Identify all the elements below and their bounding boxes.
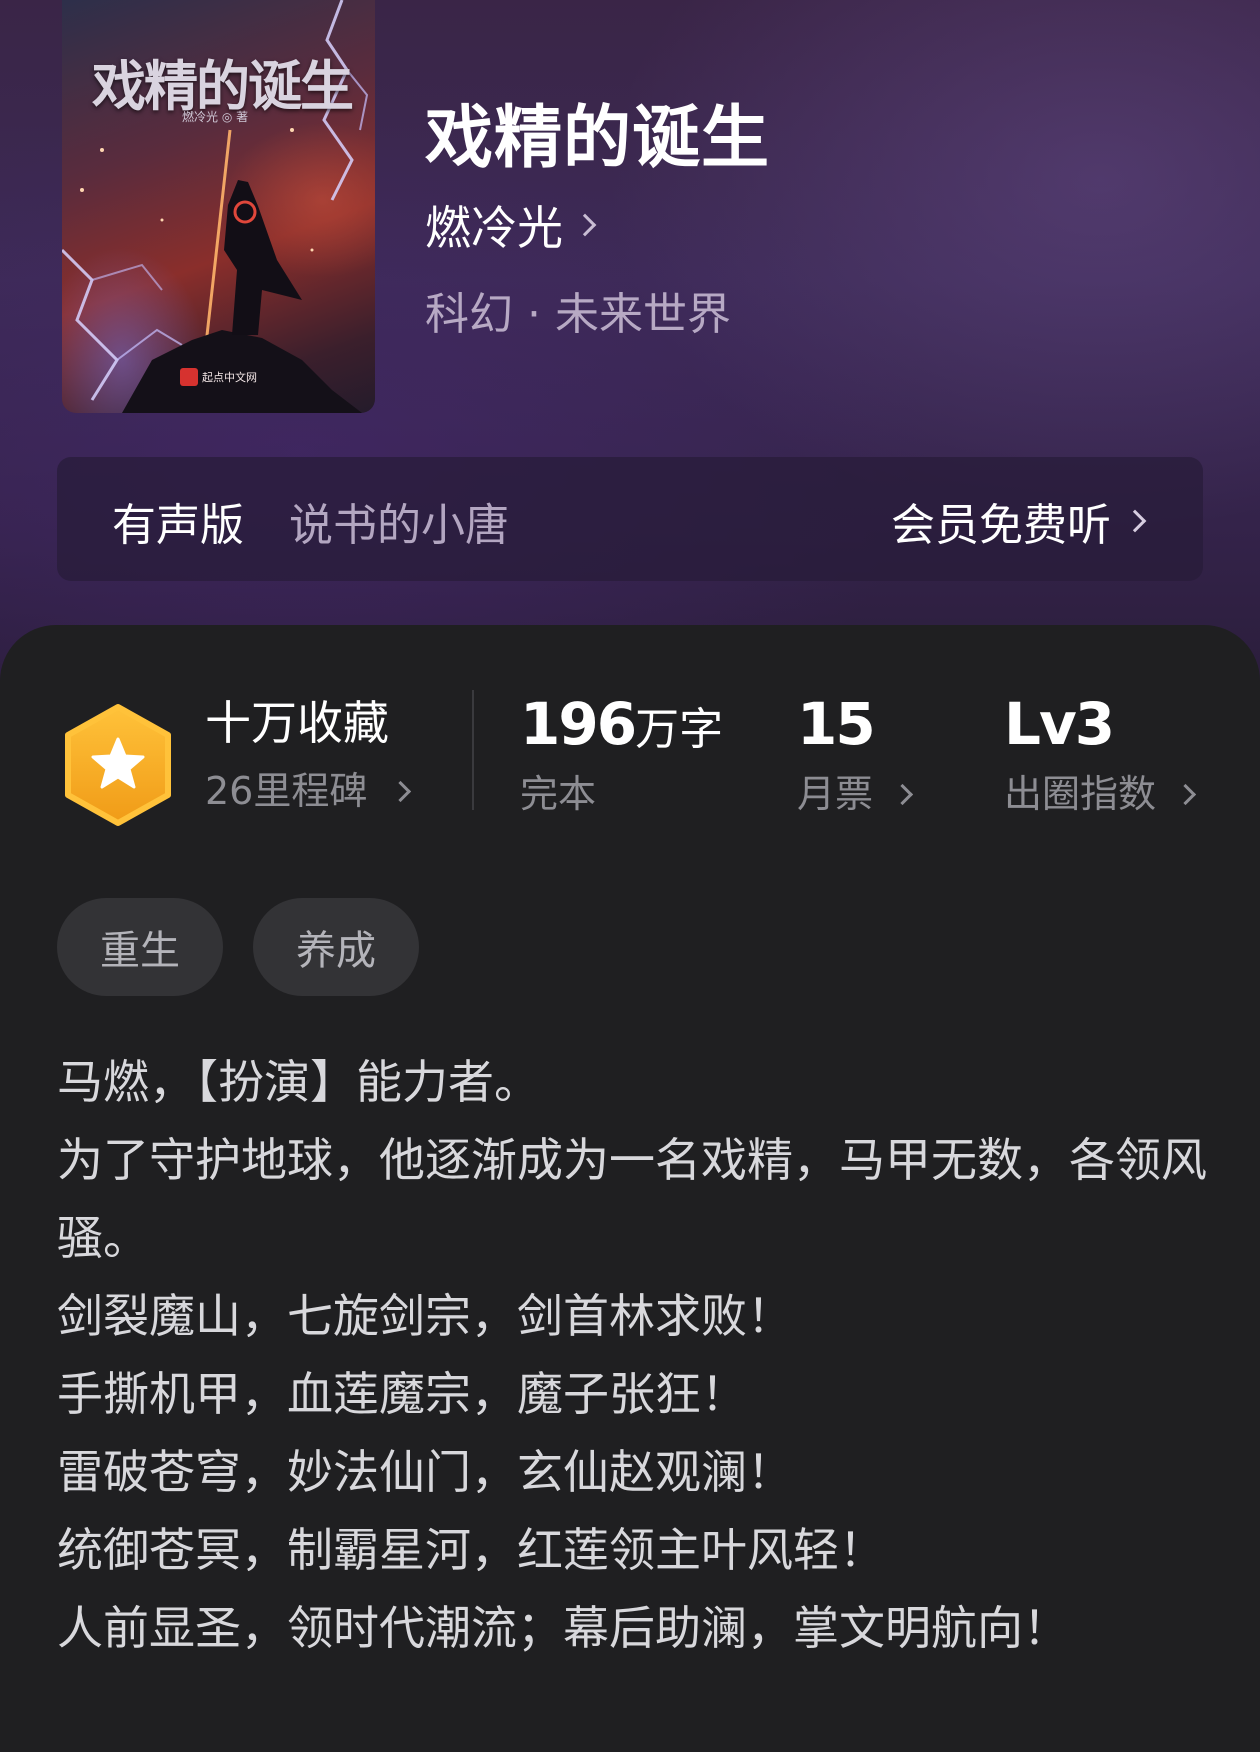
word-count-number: 196: [520, 690, 637, 758]
chevron-right-icon: [390, 780, 412, 802]
book-detail-panel: 十万收藏 26里程碑 196万字 完本 15 月票 Lv3 出圈指数 重生 养成…: [0, 625, 1260, 1752]
member-free-listen-button[interactable]: 会员免费听: [891, 489, 1147, 553]
collection-title: 十万收藏: [205, 696, 389, 750]
description-line: 雷破苍穹，妙法仙门，玄仙赵观澜！: [57, 1445, 793, 1499]
description-line: 马燃，【扮演】能力者。: [57, 1055, 540, 1109]
milestone-count: 26里程碑: [205, 769, 368, 813]
chevron-right-icon: [573, 213, 597, 237]
star-badge-icon: [65, 704, 171, 826]
popularity-index-stat[interactable]: Lv3 出圈指数: [1004, 695, 1197, 816]
author-link[interactable]: 燃冷光: [425, 192, 597, 258]
cover-publisher: 起点中文网: [180, 368, 257, 386]
stats-divider: [472, 690, 474, 810]
description-line: 手撕机甲，血莲魔宗，魔子张狂！: [57, 1367, 747, 1421]
book-header: 戏精的诞生 燃冷光 ◎ 著 起点中文网 戏精的诞生 燃冷光 科幻 · 未来世界 …: [0, 0, 1260, 700]
book-cover[interactable]: 戏精的诞生 燃冷光 ◎ 著 起点中文网: [62, 0, 375, 413]
chevron-right-icon: [1174, 783, 1197, 805]
publisher-name: 起点中文网: [202, 371, 257, 384]
tag-chip[interactable]: 养成: [253, 898, 419, 996]
book-description: 马燃，【扮演】能力者。 为了守护地球，他逐渐成为一名戏精，马甲无数，各领风骚。 …: [57, 1043, 1217, 1667]
tag-chip[interactable]: 重生: [57, 898, 223, 996]
audio-label: 有声版: [112, 500, 244, 551]
word-count-stat: 196万字 完本: [520, 695, 723, 813]
monthly-ticket-number: 15: [797, 690, 876, 758]
book-title: 戏精的诞生: [425, 98, 771, 178]
popularity-index-level: Lv3: [1004, 690, 1115, 758]
description-line: 统御苍冥，制霸星河，红莲领主叶风轻！: [57, 1523, 885, 1577]
chevron-right-icon: [891, 783, 914, 805]
description-line: 为了守护地球，他逐渐成为一名戏精，马甲无数，各领风骚。: [57, 1133, 1207, 1265]
description-line: 剑裂魔山，七旋剑宗，剑首林求败！: [57, 1289, 793, 1343]
monthly-ticket-stat[interactable]: 15 月票: [797, 695, 914, 816]
author-name: 燃冷光: [425, 201, 563, 255]
monthly-ticket-label: 月票: [797, 772, 874, 816]
audio-version-bar[interactable]: 有声版 说书的小唐 会员免费听: [57, 457, 1203, 581]
chevron-right-icon: [1123, 509, 1147, 533]
collection-milestone-stat[interactable]: 十万收藏 26里程碑: [205, 696, 412, 813]
word-count-unit: 万字: [635, 704, 724, 755]
completion-status: 完本: [520, 772, 597, 816]
book-genre: 科幻 · 未来世界: [425, 289, 731, 340]
audio-narrator: 说书的小唐: [289, 500, 509, 551]
popularity-index-label: 出圈指数: [1004, 772, 1157, 816]
member-free-listen-label: 会员免费听: [891, 500, 1111, 551]
description-line: 人前显圣，领时代潮流；幕后助澜，掌文明航向！: [57, 1601, 1069, 1655]
cover-author: 燃冷光 ◎ 著: [182, 110, 249, 124]
publisher-logo-icon: [180, 368, 198, 386]
